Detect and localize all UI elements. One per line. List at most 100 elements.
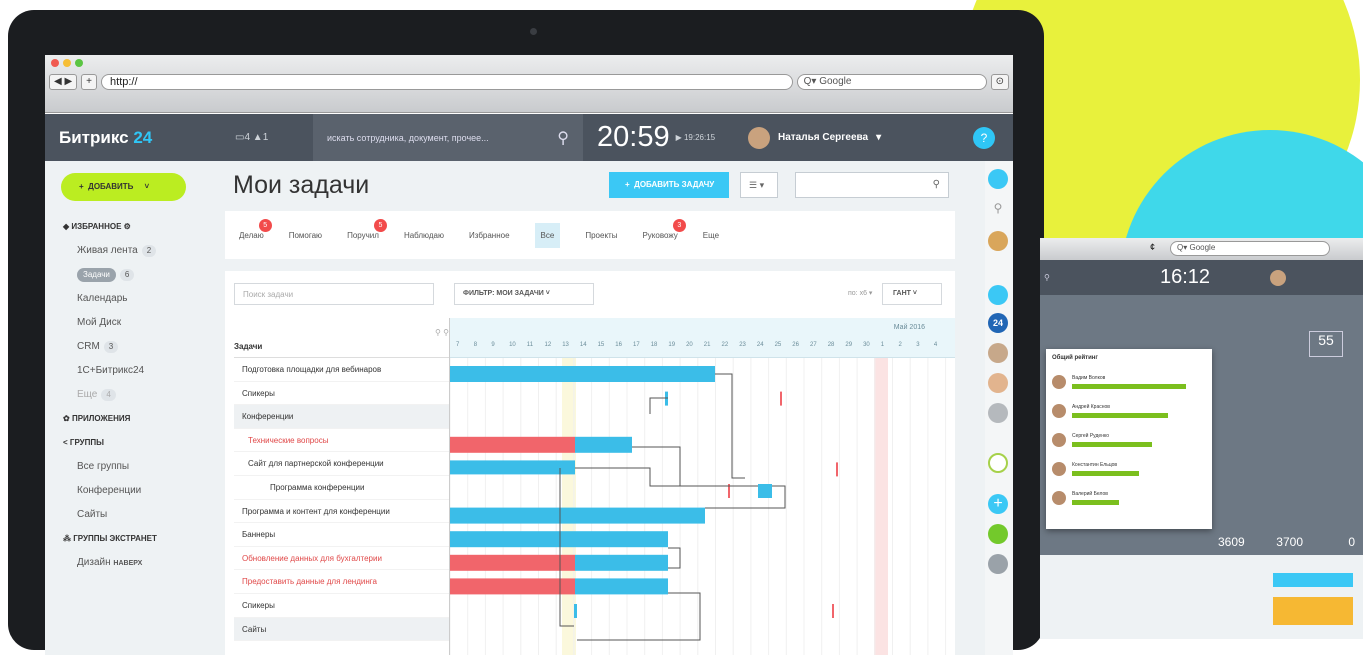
user-menu[interactable]: Наталья Сергеева ▾ <box>748 126 973 149</box>
tab-5[interactable]: Все <box>534 222 561 248</box>
gantt-deadline[interactable] <box>780 391 782 406</box>
task-row[interactable]: Сайты <box>234 617 449 642</box>
add-button[interactable]: + ДОБАВИТЬ ˅ <box>61 173 186 201</box>
bitrix24-icon[interactable]: 24 <box>988 313 1008 333</box>
view-toggle-button[interactable]: ☰ ▾ <box>740 172 778 198</box>
tab-3[interactable]: Наблюдаю <box>404 231 444 240</box>
gantt-bar[interactable] <box>450 554 575 571</box>
search-icon[interactable]: ⚲ ⚲ <box>435 328 449 337</box>
gantt-milestone[interactable] <box>665 391 668 406</box>
address-bar[interactable]: http:// <box>101 74 793 90</box>
task-row[interactable]: Баннеры <box>234 523 449 547</box>
rating-row[interactable]: Вадим Волков <box>1052 367 1206 396</box>
sidebar-section-extranet[interactable]: ⁂ ГРУППЫ ЭКСТРАНЕТ <box>63 527 157 551</box>
gantt-deadline[interactable] <box>836 462 838 477</box>
reader-icon[interactable]: ⊙ <box>990 74 1009 90</box>
help-button[interactable]: ? <box>973 126 995 149</box>
download-icon[interactable] <box>988 554 1008 574</box>
avatar[interactable] <box>988 373 1008 393</box>
search-icon[interactable]: ⚲ <box>988 201 1008 221</box>
gantt-bar[interactable] <box>575 578 668 595</box>
task-row[interactable]: Программа конференции <box>234 476 449 500</box>
add-icon[interactable]: + <box>988 494 1008 514</box>
tab-1[interactable]: Помогаю <box>289 231 322 240</box>
avatar[interactable] <box>988 343 1008 363</box>
sidebar-item-sites[interactable]: Сайты <box>63 503 157 527</box>
gantt-bar[interactable] <box>450 507 705 524</box>
new-tab-button[interactable]: + <box>81 74 98 90</box>
task-row[interactable]: Сайт для партнерской конференции <box>234 452 449 476</box>
second-action-button[interactable] <box>1273 573 1353 587</box>
minimize-button[interactable] <box>63 59 71 67</box>
gantt-bar[interactable] <box>575 436 632 453</box>
tab-6[interactable]: Проекты <box>585 231 617 240</box>
add-task-button[interactable]: + ДОБАВИТЬ ЗАДАЧУ <box>609 172 729 198</box>
phone-icon[interactable] <box>988 524 1008 544</box>
gantt-bar[interactable] <box>450 366 715 382</box>
sidebar-item-disk[interactable]: Мой Диск <box>63 311 157 335</box>
close-button[interactable] <box>51 59 59 67</box>
zoom-button[interactable] <box>75 59 83 67</box>
avatar[interactable] <box>988 231 1008 251</box>
task-row[interactable]: Технические вопросы <box>234 429 449 453</box>
sidebar-item-more[interactable]: Еще 4 <box>63 383 157 407</box>
avatar[interactable] <box>988 403 1008 423</box>
rating-row[interactable]: Сергей Руденко <box>1052 425 1206 454</box>
task-row[interactable]: Обновление данных для бухгалтерии <box>234 547 449 571</box>
gantt-bar[interactable] <box>450 531 668 548</box>
gantt-bar[interactable] <box>450 578 575 595</box>
view-mode-dropdown[interactable]: ГАНТ ˅ <box>882 283 942 305</box>
avatar[interactable] <box>988 285 1008 305</box>
sidebar-item-design[interactable]: Дизайн НАВЕРХ <box>63 551 157 575</box>
notification-bell-icon[interactable] <box>988 169 1008 189</box>
rating-row[interactable]: Андрей Краснов <box>1052 396 1206 425</box>
sidebar-item-crm[interactable]: CRM 3 <box>63 335 157 359</box>
gantt-bar[interactable] <box>450 436 575 453</box>
person-name: Вадим Волков <box>1072 374 1106 381</box>
task-row[interactable]: Спикеры <box>234 382 449 406</box>
task-row[interactable]: Спикеры <box>234 594 449 618</box>
scroll-up-link[interactable]: НАВЕРХ <box>113 560 142 567</box>
task-row[interactable]: Программа и контент для конференции <box>234 500 449 524</box>
tab-7[interactable]: Руковожу 3 <box>642 218 686 240</box>
browser-search-field[interactable]: Q▾ Google <box>796 74 987 90</box>
gantt-bar[interactable] <box>450 460 575 475</box>
tab-0[interactable]: Делаю 5 <box>239 218 272 240</box>
logo[interactable]: Битрикс 24 <box>45 128 213 148</box>
search-icon[interactable]: ⚲ <box>557 128 569 148</box>
tab-8[interactable]: Еще <box>703 231 719 240</box>
reload-icon[interactable]: ¢ <box>1150 242 1155 252</box>
sidebar-section-groups[interactable]: < ГРУППЫ <box>63 431 157 455</box>
sidebar-item-1c[interactable]: 1С+Битрикс24 <box>63 359 157 383</box>
sidebar-item-conferences[interactable]: Конференции <box>63 479 157 503</box>
second-search[interactable]: ⚲ <box>1040 273 1160 282</box>
zoom-control[interactable]: по: x6 ▾ <box>848 289 872 297</box>
gantt-milestone[interactable] <box>574 604 577 618</box>
back-forward-buttons[interactable]: ◀ ▶ <box>49 74 78 90</box>
filter-dropdown[interactable]: ФИЛЬТР: МОИ ЗАДАЧИ ˅ <box>454 283 594 305</box>
sidebar-item-feed[interactable]: Живая лента 2 <box>63 239 157 263</box>
sidebar-item-tasks[interactable]: Задачи 6 <box>63 263 157 287</box>
task-row[interactable]: Конференции <box>234 405 449 429</box>
header-search[interactable]: искать сотрудника, документ, прочее... ⚲ <box>313 114 583 161</box>
sidebar-item-calendar[interactable]: Календарь <box>63 287 157 311</box>
sidebar-item-all-groups[interactable]: Все группы <box>63 455 157 479</box>
task-row[interactable]: Подготовка площадки для вебинаров <box>234 358 449 382</box>
task-search-input[interactable]: Поиск задачи <box>234 283 434 305</box>
rating-row[interactable]: Валерий Белов <box>1052 483 1206 512</box>
notification-counters[interactable]: ▭4 ▲1 <box>213 132 313 143</box>
gantt-bar[interactable] <box>758 484 772 498</box>
sidebar-section-favorites[interactable]: ◆ ИЗБРАННОЕ ⚙ <box>63 215 157 239</box>
second-search-field[interactable]: Q▾ Google <box>1170 241 1330 256</box>
quick-search-input[interactable]: ⚲ <box>795 172 949 198</box>
tab-2[interactable]: Поручил 5 <box>347 218 387 240</box>
dependency-arrow <box>668 547 681 569</box>
gantt-bar[interactable] <box>575 554 668 571</box>
clock-widget[interactable]: 20:59 ▶ 19:26:15 <box>583 121 748 154</box>
rating-row[interactable]: Константин Ельцов <box>1052 454 1206 483</box>
sidebar-section-apps[interactable]: ✿ ПРИЛОЖЕНИЯ <box>63 407 157 431</box>
task-row[interactable]: Предоставить данные для лендинга <box>234 570 449 594</box>
gantt-deadline[interactable] <box>832 604 834 618</box>
timer-icon[interactable] <box>988 453 1008 473</box>
tab-4[interactable]: Избранное <box>469 231 510 240</box>
